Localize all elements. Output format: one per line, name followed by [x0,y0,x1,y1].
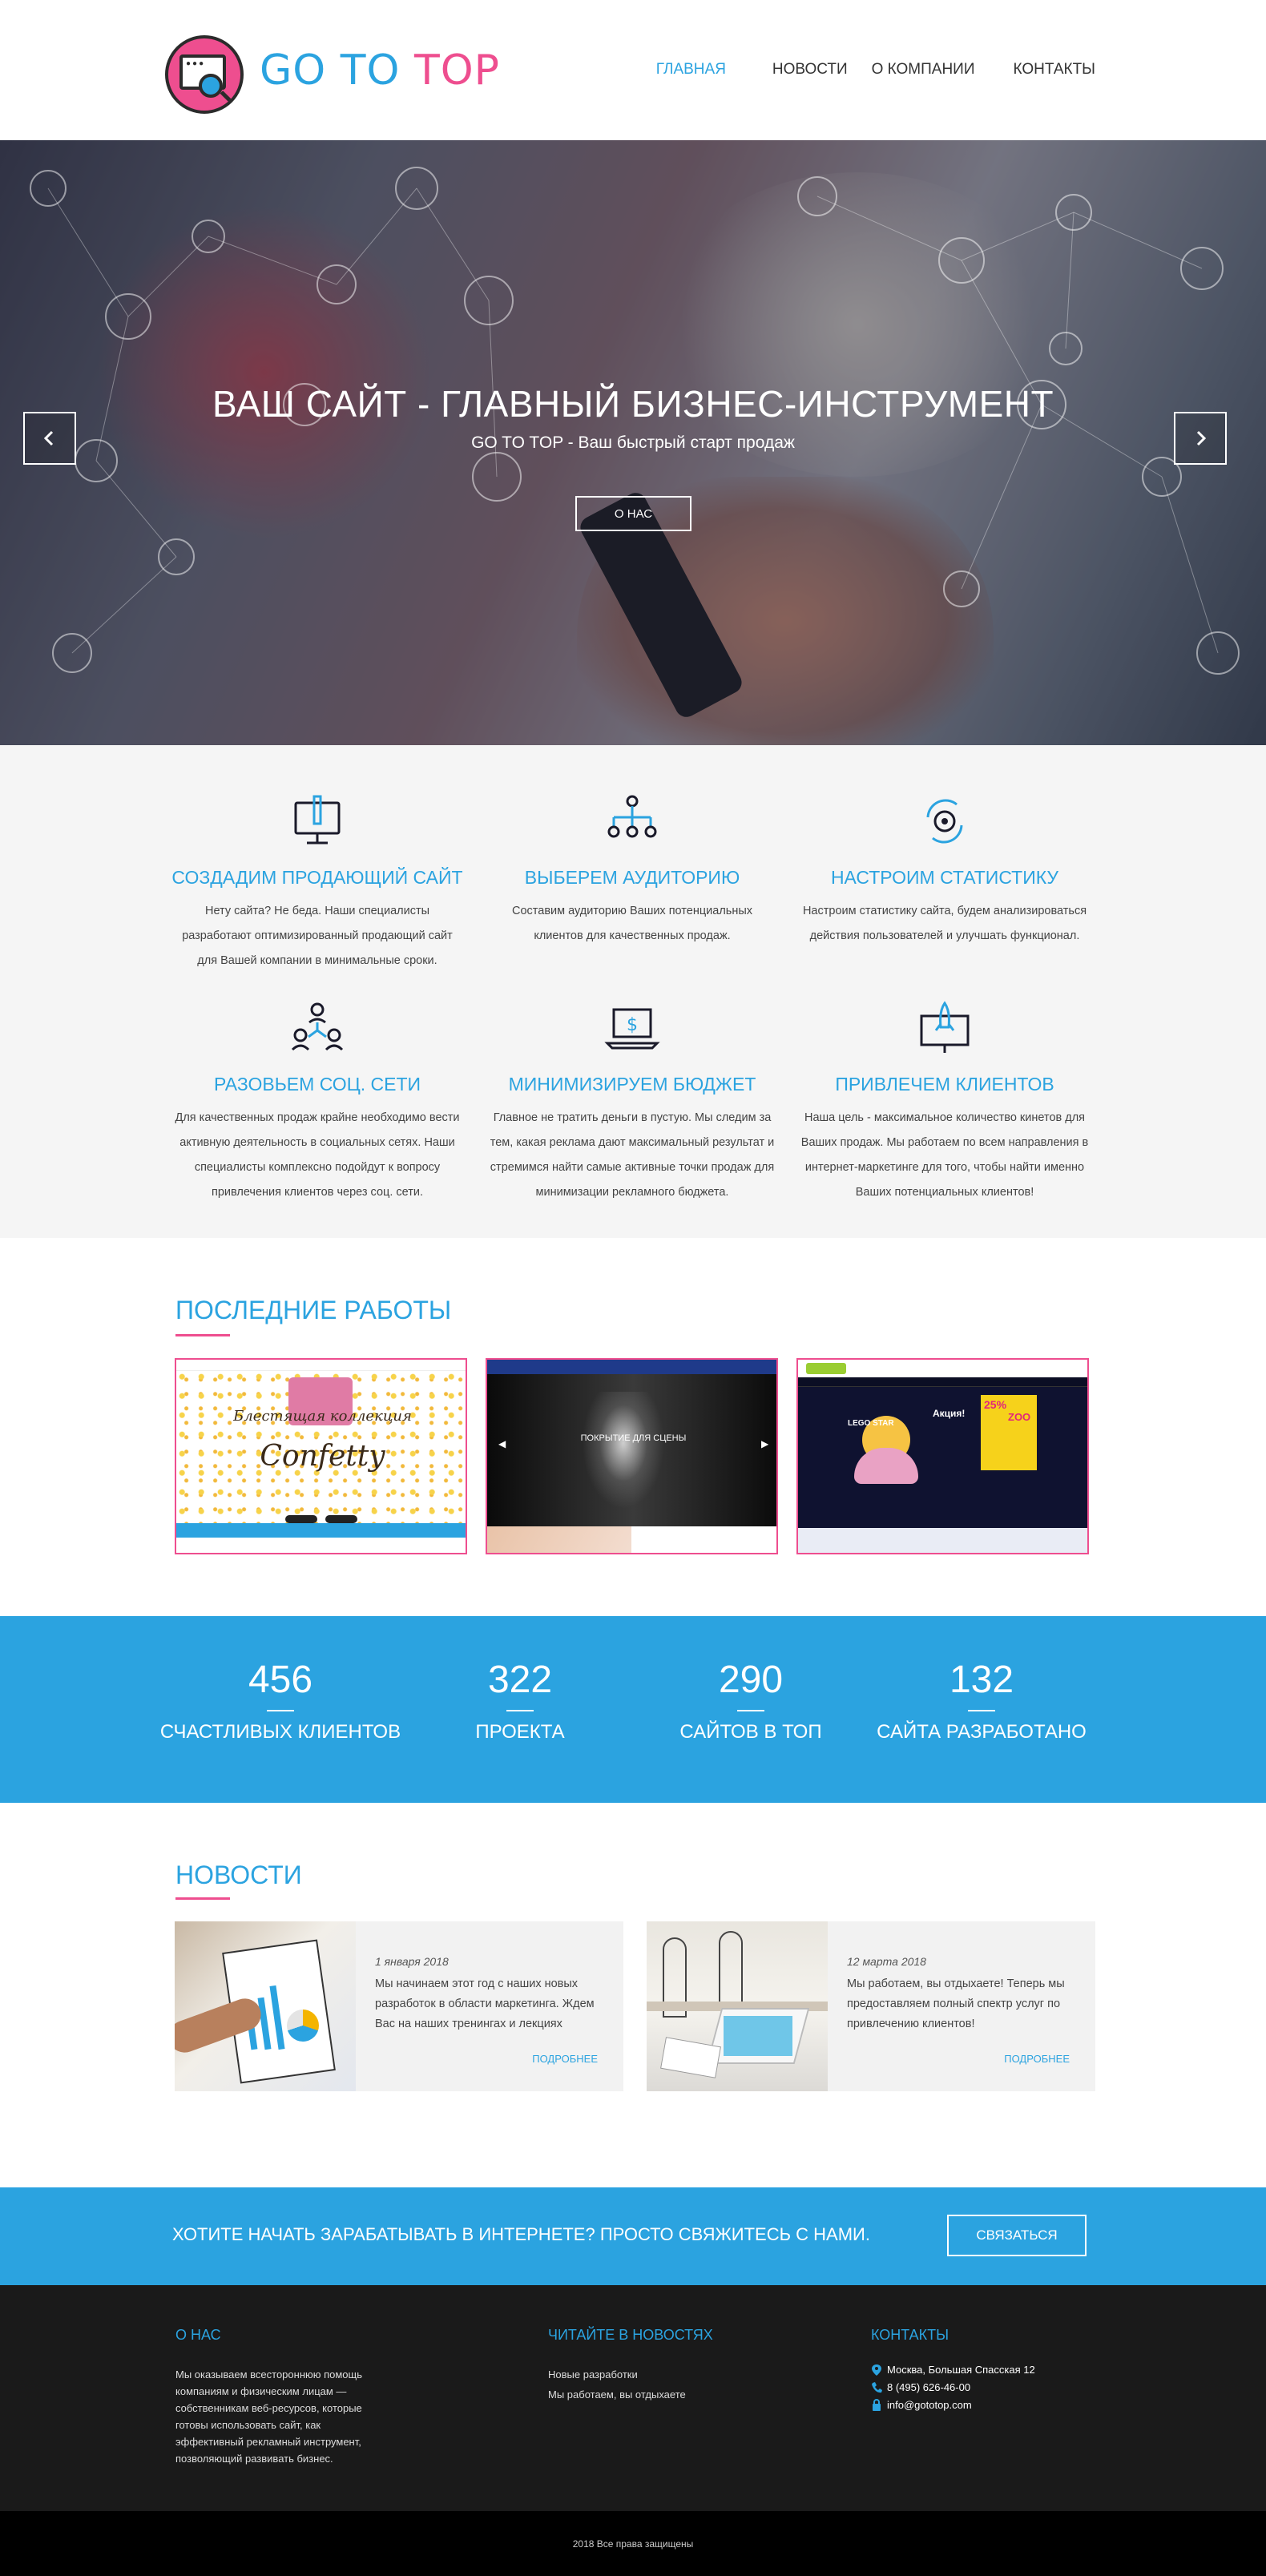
stat-item: 290 САЙТОВ В ТОП [679,1659,822,1743]
hero-slider: ВАШ САЙТ - ГЛАВНЫЙ БИЗНЕС-ИНСТРУМЕНТ GO … [0,140,1266,745]
address-item: Москва, Большая Спасская 12 [871,2361,1035,2379]
laptop-dollar-icon: $ [604,1008,660,1050]
portfolio-section: ПОСЛЕДНИЕ РАБОТЫ Блестящая коллекция Con… [0,1238,1266,1616]
stat-item: 322 ПРОЕКТА [475,1659,565,1743]
nav-about[interactable]: О компании [872,61,975,79]
news-image [647,1921,828,2091]
gear-refresh-icon [926,799,963,844]
audience-tree-icon [607,795,657,838]
nav-contacts[interactable]: Контакты [1014,61,1096,79]
footer-news-link[interactable]: Новые разработки [548,2364,713,2385]
location-pin-icon [872,2364,881,2376]
news-image [175,1921,356,2091]
copyright-bar: 2018 Все права защищены [0,2511,1266,2576]
email-item[interactable]: info@gototop.com [871,2397,1035,2414]
logo-icon[interactable]: ●●● [165,35,244,114]
slider-prev-button[interactable] [23,412,76,465]
stats-section: 456 СЧАСТЛИВЫХ КЛИЕНТОВ 322 ПРОЕКТА 290 САЙ… [0,1616,1266,1803]
footer-about: О НАС Мы оказываем всестороннюю помощь к… [175,2327,363,2465]
about-button[interactable]: О НАС [575,496,691,531]
title-underline [175,1334,230,1336]
monitor-rocket-icon [920,1001,970,1053]
site-header: ●●● GO TO TOP Главная Новости О компании… [0,0,1266,140]
read-more-link[interactable]: ПОДРОБНЕЕ [532,2053,598,2065]
news-section: НОВОСТИ 1 января 2018 Мы начинаем этот г… [0,1803,1266,2187]
chevron-right-icon [1196,430,1207,446]
phone-icon [872,2382,882,2393]
news-card[interactable]: 1 января 2018 Мы начинаем этот год с наш… [175,1921,623,2091]
contact-button[interactable]: СВЯЗАТЬСЯ [947,2215,1087,2256]
slider-next-button[interactable] [1174,412,1227,465]
title-underline [175,1897,230,1900]
svg-text:$: $ [627,1015,638,1035]
monitor-pen-icon [294,795,341,845]
chevron-left-icon [43,430,54,446]
main-nav: Главная Новости О компании Контакты [656,61,1095,79]
cta-text: ХОТИТЕ НАЧАТЬ ЗАРАБАТЫВАТЬ В ИНТЕРНЕТЕ? … [172,2224,870,2244]
news-title: НОВОСТИ [175,1860,302,1889]
logo-text[interactable]: GO TO TOP [260,46,500,95]
stat-item: 132 САЙТА РАЗРАБОТАНО [877,1659,1087,1743]
social-network-icon [291,1002,344,1051]
portfolio-item[interactable]: Блестящая коллекция Confetty [175,1358,467,1554]
site-footer: О НАС Мы оказываем всестороннюю помощь к… [0,2285,1266,2511]
services-section: СОЗДАДИМ ПРОДАЮЩИЙ САЙТ Нету сайта? Не б… [0,745,1266,1238]
stat-item: 456 СЧАСТЛИВЫХ КЛИЕНТОВ [159,1659,401,1743]
news-card[interactable]: 12 марта 2018 Мы работаем, вы отдыхаете!… [647,1921,1095,2091]
footer-news-link[interactable]: Мы работаем, вы отдыхаете [548,2385,713,2405]
nav-news[interactable]: Новости [772,61,848,79]
portfolio-item[interactable]: LEGO STAR Акция! 25% ZOO [796,1358,1089,1554]
phone-item[interactable]: 8 (495) 626-46-00 [871,2379,1035,2397]
cta-banner: ХОТИТЕ НАЧАТЬ ЗАРАБАТЫВАТЬ В ИНТЕРНЕТЕ? … [0,2187,1266,2285]
footer-news: ЧИТАЙТЕ В НОВОСТЯХ Новые разработки Мы р… [548,2327,713,2405]
footer-contacts: КОНТАКТЫ Москва, Большая Спасская 12 8 (… [871,2327,1035,2414]
read-more-link[interactable]: ПОДРОБНЕЕ [1004,2053,1070,2065]
hero-title: ВАШ САЙТ - ГЛАВНЫЙ БИЗНЕС-ИНСТРУМЕНТ [212,383,1054,425]
hero-subtitle: GO TO TOP - Ваш быстрый старт продаж [471,433,795,452]
mail-lock-icon [873,2399,881,2411]
copyright-text: 2018 Все права защищены [572,2538,694,2550]
nav-home[interactable]: Главная [656,61,726,79]
portfolio-title: ПОСЛЕДНИЕ РАБОТЫ [175,1296,452,1324]
portfolio-item[interactable]: ПОКРЫТИЕ ДЛЯ СЦЕНЫ ◀ ▶ [486,1358,778,1554]
